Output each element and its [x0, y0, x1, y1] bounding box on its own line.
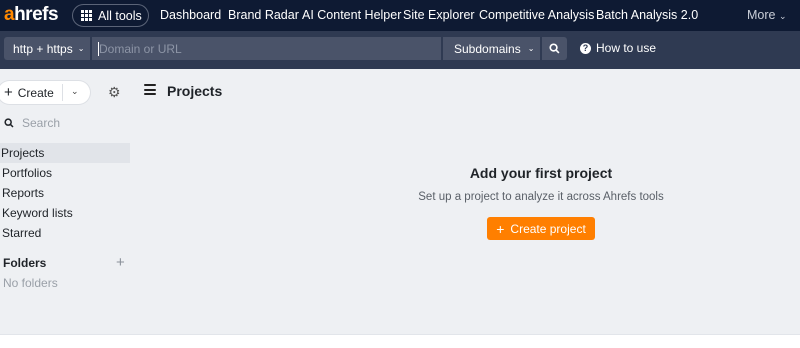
search-icon	[4, 118, 14, 128]
protocol-select[interactable]: http + https ⌄	[4, 37, 90, 60]
chevron-down-icon[interactable]: ⌄	[71, 86, 79, 97]
domain-input[interactable]	[91, 37, 441, 60]
page-title: Projects	[167, 83, 223, 99]
sidebar-item-projects[interactable]: Projects	[0, 143, 130, 163]
plus-icon: +	[4, 84, 13, 101]
nav-ai-content-helper[interactable]: AI Content Helper	[302, 8, 401, 22]
how-to-use-link[interactable]: ? How to use	[580, 41, 656, 55]
more-menu[interactable]: More ⌄	[747, 8, 787, 22]
chevron-down-icon: ⌄	[778, 11, 787, 21]
sidebar-item-starred[interactable]: Starred	[2, 223, 41, 243]
add-folder-icon[interactable]: +	[116, 254, 125, 271]
chevron-down-icon: ⌄	[527, 44, 535, 53]
sidebar-search[interactable]: Search	[4, 116, 60, 130]
no-folders-text: No folders	[3, 276, 58, 290]
question-icon: ?	[580, 42, 591, 54]
nav-brand-radar[interactable]: Brand Radar	[228, 8, 299, 22]
chevron-down-icon: ⌄	[77, 44, 85, 53]
gear-icon[interactable]: ⚙	[108, 84, 121, 101]
empty-state-subtitle: Set up a project to analyze it across Ah…	[418, 191, 664, 203]
nav-batch-analysis[interactable]: Batch Analysis 2.0	[596, 8, 698, 22]
sidebar-item-portfolios[interactable]: Portfolios	[2, 163, 52, 183]
search-bar: http + https ⌄ Subdomains ⌄ ? How to use	[0, 31, 800, 69]
sidebar-item-reports[interactable]: Reports	[2, 183, 44, 203]
nav-site-explorer[interactable]: Site Explorer	[403, 8, 475, 22]
top-nav: ahrefs All tools Dashboard Brand Radar A…	[0, 0, 800, 31]
text-caret	[98, 42, 99, 56]
search-button[interactable]	[541, 37, 567, 60]
empty-state-title: Add your first project	[469, 165, 613, 181]
folders-heading: Folders	[3, 256, 47, 270]
search-icon	[549, 43, 560, 54]
plus-icon: +	[496, 220, 505, 237]
nav-competitive-analysis[interactable]: Competitive Analysis	[479, 8, 594, 22]
nav-dashboard[interactable]: Dashboard	[160, 8, 221, 22]
all-tools-button[interactable]: All tools	[72, 4, 149, 27]
footer-strip	[0, 334, 800, 348]
divider	[62, 84, 63, 101]
sidebar-item-keyword-lists[interactable]: Keyword lists	[2, 203, 73, 223]
grid-icon	[81, 10, 92, 21]
ahrefs-logo[interactable]: ahrefs	[4, 4, 59, 26]
create-button[interactable]: + Create ⌄	[0, 81, 90, 104]
mode-select[interactable]: Subdomains ⌄	[442, 37, 540, 60]
create-project-button[interactable]: + Create project	[487, 217, 595, 240]
menu-icon[interactable]	[144, 84, 156, 95]
